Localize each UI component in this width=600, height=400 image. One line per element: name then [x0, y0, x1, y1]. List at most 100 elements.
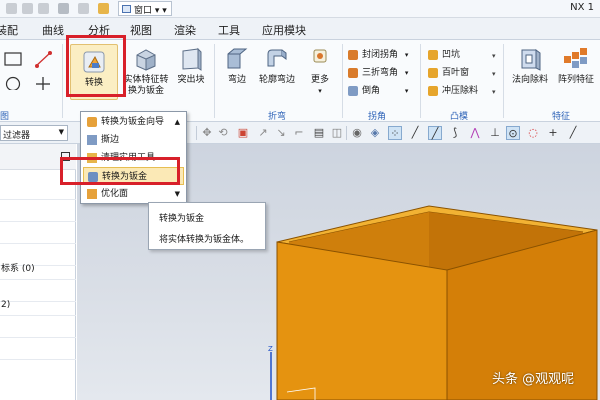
- brush-icon[interactable]: [98, 3, 109, 14]
- three-bend-corner-icon: [348, 68, 358, 78]
- punch-trim-button[interactable]: 冲压除料: [428, 84, 478, 98]
- rotate-icon[interactable]: ⟲: [216, 126, 230, 140]
- bracket-icon[interactable]: ⌐: [292, 126, 306, 140]
- group-label-punch: 凸模: [450, 112, 469, 122]
- menu-item-optimize-face[interactable]: 优化面 ▼: [83, 185, 184, 203]
- view-icon[interactable]: ▣: [236, 126, 250, 140]
- convert-wizard-icon: [87, 117, 97, 127]
- tab-render[interactable]: 渲染: [174, 22, 196, 38]
- tab-curve[interactable]: 曲线: [42, 22, 64, 38]
- navigator-row[interactable]: [0, 316, 76, 338]
- measure-icon[interactable]: ↘: [274, 126, 288, 140]
- bump-button[interactable]: 突出块: [174, 46, 208, 86]
- three-bend-corner-chevron-icon[interactable]: ▾: [405, 69, 409, 77]
- flange-button[interactable]: 弯边: [220, 46, 254, 86]
- more-button[interactable]: 更多 ▾: [302, 46, 338, 97]
- svg-text:Z: Z: [268, 345, 273, 353]
- watermark: 头条 @观观呢: [492, 372, 575, 387]
- undo-icon[interactable]: [6, 3, 17, 14]
- tab-view[interactable]: 视图: [130, 22, 152, 38]
- tooltip: 转换为钣金 将实体转换为钣金体。: [148, 202, 266, 250]
- shade-icon[interactable]: ◈: [368, 126, 382, 140]
- chamfer-label: 倒角: [362, 86, 381, 96]
- menu-item-convert-wizard[interactable]: 转换为钣金向导 ▲: [83, 113, 184, 131]
- highlight-frame-convert-menu-item: [60, 157, 180, 185]
- window-menu[interactable]: 窗口 ▾ ▾: [118, 1, 172, 16]
- flange-label: 弯边: [227, 75, 246, 85]
- contour-flange-button[interactable]: 轮廓弯边: [256, 46, 298, 86]
- copy-icon[interactable]: [22, 3, 33, 14]
- snap-icon[interactable]: ✥: [200, 126, 214, 140]
- tab-applications[interactable]: 应用模块: [262, 22, 306, 38]
- slash-icon[interactable]: ╱: [566, 126, 580, 140]
- navigator-row[interactable]: [0, 222, 76, 244]
- menu-item-rip[interactable]: 撕边: [83, 131, 184, 149]
- center-icon[interactable]: ⊙: [506, 126, 520, 140]
- collapse-icon[interactable]: ▲: [175, 113, 180, 131]
- three-bend-corner-button[interactable]: 三折弯角 ▾: [348, 66, 408, 80]
- closed-corner-chevron-icon[interactable]: ▾: [405, 51, 409, 59]
- perpendicular-icon[interactable]: ⊥: [488, 126, 502, 140]
- punch-chevron-icon-3[interactable]: ▾: [492, 88, 496, 96]
- chamfer-chevron-icon[interactable]: ▾: [405, 87, 409, 95]
- contour-flange-label: 轮廓弯边: [258, 75, 295, 85]
- bump-label: 突出块: [177, 75, 205, 85]
- louver-button[interactable]: 百叶窗: [428, 66, 469, 80]
- more-label: 更多: [310, 75, 329, 85]
- navigator-row[interactable]: [0, 200, 76, 222]
- tab-tools[interactable]: 工具: [218, 22, 240, 38]
- navigator-row[interactable]: [0, 338, 76, 360]
- solid-to-sheetmetal-button[interactable]: 实体特征转 换为钣金: [120, 46, 172, 97]
- group-label-bend: 折弯: [268, 112, 287, 122]
- filter-toggle-icon[interactable]: ◫: [330, 126, 344, 140]
- array-feature-label: 阵列特征: [557, 75, 594, 85]
- quadrant-icon[interactable]: ◌: [526, 126, 540, 140]
- paste-icon[interactable]: [38, 3, 49, 14]
- delete-icon[interactable]: [58, 3, 69, 14]
- expand-icon[interactable]: ▼: [175, 185, 180, 203]
- normal-cutout-button[interactable]: 法向除料: [508, 46, 552, 86]
- window-icon: [122, 5, 131, 13]
- bump-icon: [182, 47, 202, 71]
- end-point-icon[interactable]: ╱: [428, 126, 442, 140]
- navigator-row-coordinate-system[interactable]: 标系 (0): [0, 258, 76, 280]
- punch-chevron-icon-2[interactable]: ▾: [492, 70, 496, 78]
- normal-cutout-icon: [521, 49, 541, 71]
- punch-trim-icon: [428, 86, 438, 96]
- eye-icon[interactable]: ◉: [350, 126, 364, 140]
- plus-icon[interactable]: +: [546, 126, 560, 140]
- louver-icon: [428, 68, 438, 78]
- more-chevron-icon: ▾: [318, 87, 322, 95]
- chamfer-icon: [348, 86, 358, 96]
- array-feature-button[interactable]: 阵列特征: [554, 46, 598, 86]
- flange-icon: [227, 48, 248, 69]
- title-bar: 窗口 ▾ ▾ NX 1: [0, 0, 600, 18]
- dimple-button[interactable]: 凹坑: [428, 48, 460, 62]
- sketch-tools-icons[interactable]: [4, 50, 60, 90]
- chamfer-button[interactable]: 倒角 ▾: [348, 84, 408, 98]
- line-snap-icon[interactable]: ╱: [408, 126, 422, 140]
- filter-select[interactable]: 过滤器 ▼: [0, 125, 68, 141]
- closed-corner-icon: [348, 50, 358, 60]
- navigator-row-part[interactable]: 2): [0, 294, 76, 316]
- group-label-corner: 拐角: [368, 112, 387, 122]
- punch-chevron-icon-1[interactable]: ▾: [492, 52, 496, 60]
- array-feature-icon: [564, 48, 587, 68]
- layer-icon[interactable]: ▤: [312, 126, 326, 140]
- normal-cutout-label: 法向除料: [511, 75, 548, 85]
- dimple-label: 凹坑: [442, 50, 461, 60]
- repeat-icon[interactable]: [78, 3, 89, 14]
- points-icon[interactable]: ⁘: [388, 126, 402, 140]
- highlight-frame-convert-button: [66, 35, 126, 97]
- window-menu-label: 窗口: [134, 6, 153, 16]
- arrow-icon[interactable]: ↗: [256, 126, 270, 140]
- contour-flange-icon: [267, 49, 287, 67]
- tab-assembly[interactable]: 装配: [0, 22, 18, 38]
- intersection-icon[interactable]: ⋀: [468, 126, 482, 140]
- curve-snap-icon[interactable]: ⟆: [448, 126, 462, 140]
- closed-corner-button[interactable]: 封闭拐角 ▾: [348, 48, 408, 62]
- punch-trim-label: 冲压除料: [442, 86, 479, 96]
- rip-icon: [87, 135, 97, 145]
- more-icon: [313, 49, 327, 63]
- optimize-face-icon: [87, 189, 97, 199]
